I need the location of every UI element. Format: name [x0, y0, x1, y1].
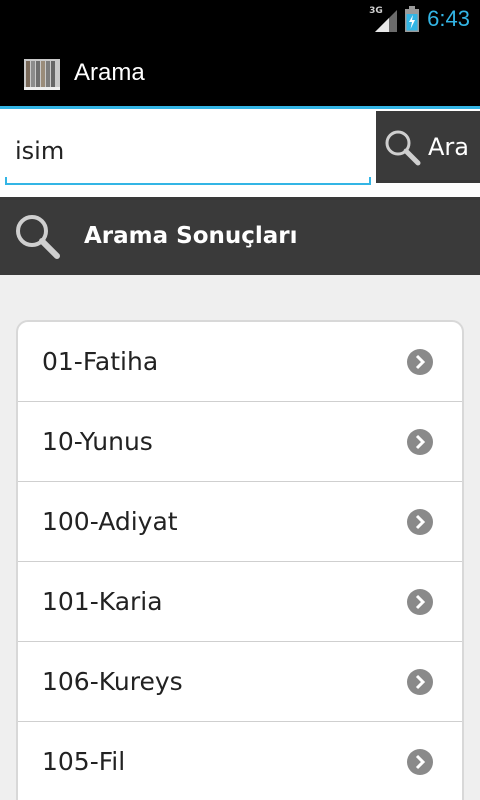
page-title: Arama — [74, 59, 145, 86]
search-input[interactable] — [5, 121, 371, 181]
list-item[interactable]: 105-Fil — [18, 722, 462, 800]
search-input-underline — [5, 177, 371, 185]
action-bar: Arama — [0, 38, 480, 108]
results-title: Arama Sonuçları — [84, 223, 298, 249]
chevron-right-icon — [407, 428, 433, 455]
search-button[interactable]: Ara — [376, 111, 480, 183]
signal-icon: 3G — [369, 6, 398, 32]
status-bar: 3G 6:43 — [0, 0, 480, 38]
chevron-right-icon — [407, 668, 433, 695]
search-icon — [16, 215, 60, 259]
list-item-label: 101-Karia — [42, 587, 163, 616]
list-item[interactable]: 01-Fatiha — [18, 322, 462, 402]
list-item[interactable]: 106-Kureys — [18, 642, 462, 722]
list-item-label: 01-Fatiha — [42, 347, 159, 376]
list-item-label: 100-Adiyat — [42, 507, 178, 536]
list-item[interactable]: 100-Adiyat — [18, 482, 462, 562]
results-list: 01-Fatiha 10-Yunus 100-Adiyat 101-Karia … — [16, 320, 464, 800]
battery-icon — [405, 6, 420, 32]
results-header: Arama Sonuçları — [0, 197, 480, 275]
clock: 6:43 — [427, 6, 470, 31]
list-item-label: 105-Fil — [42, 747, 126, 776]
chevron-right-icon — [407, 508, 433, 535]
chevron-right-icon — [407, 748, 433, 775]
search-button-label: Ara — [428, 133, 469, 161]
chevron-right-icon — [407, 348, 433, 375]
list-item-label: 10-Yunus — [42, 427, 153, 456]
list-item[interactable]: 101-Karia — [18, 562, 462, 642]
list-item-label: 106-Kureys — [42, 667, 183, 696]
books-icon[interactable] — [22, 53, 62, 93]
search-icon — [385, 130, 421, 166]
search-row: Ara — [0, 109, 480, 197]
chevron-right-icon — [407, 588, 433, 615]
list-item[interactable]: 10-Yunus — [18, 402, 462, 482]
